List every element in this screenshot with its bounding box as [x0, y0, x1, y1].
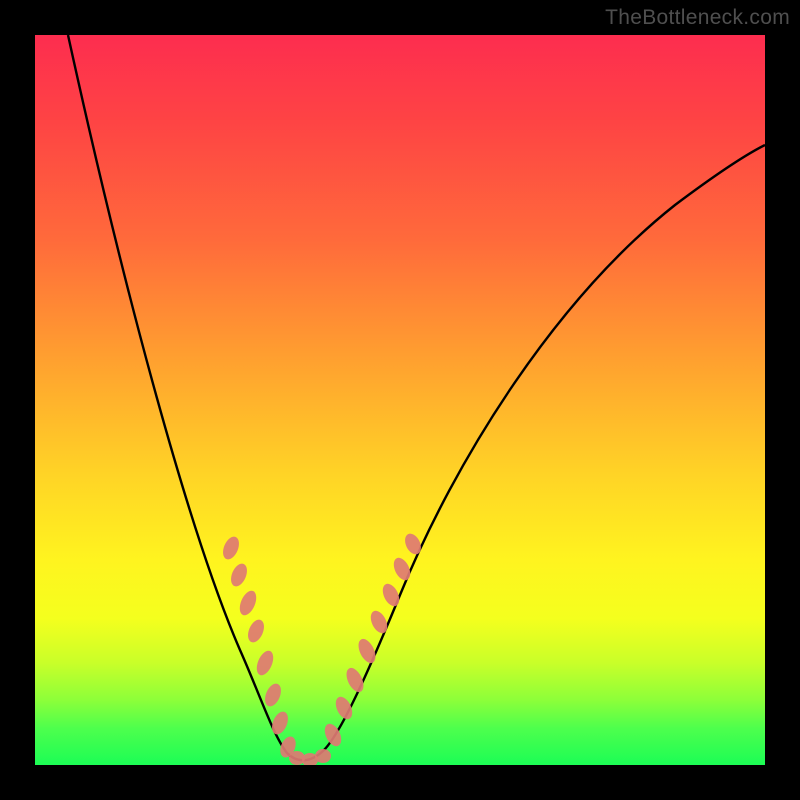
- plot-area: [35, 35, 765, 765]
- markers-bottom: [289, 749, 331, 765]
- watermark-text: TheBottleneck.com: [605, 6, 790, 30]
- bottleneck-curve: [35, 35, 765, 765]
- markers-right: [321, 531, 424, 749]
- markers-left: [220, 534, 299, 760]
- chart-frame: TheBottleneck.com: [0, 0, 800, 800]
- curve-path: [68, 35, 765, 760]
